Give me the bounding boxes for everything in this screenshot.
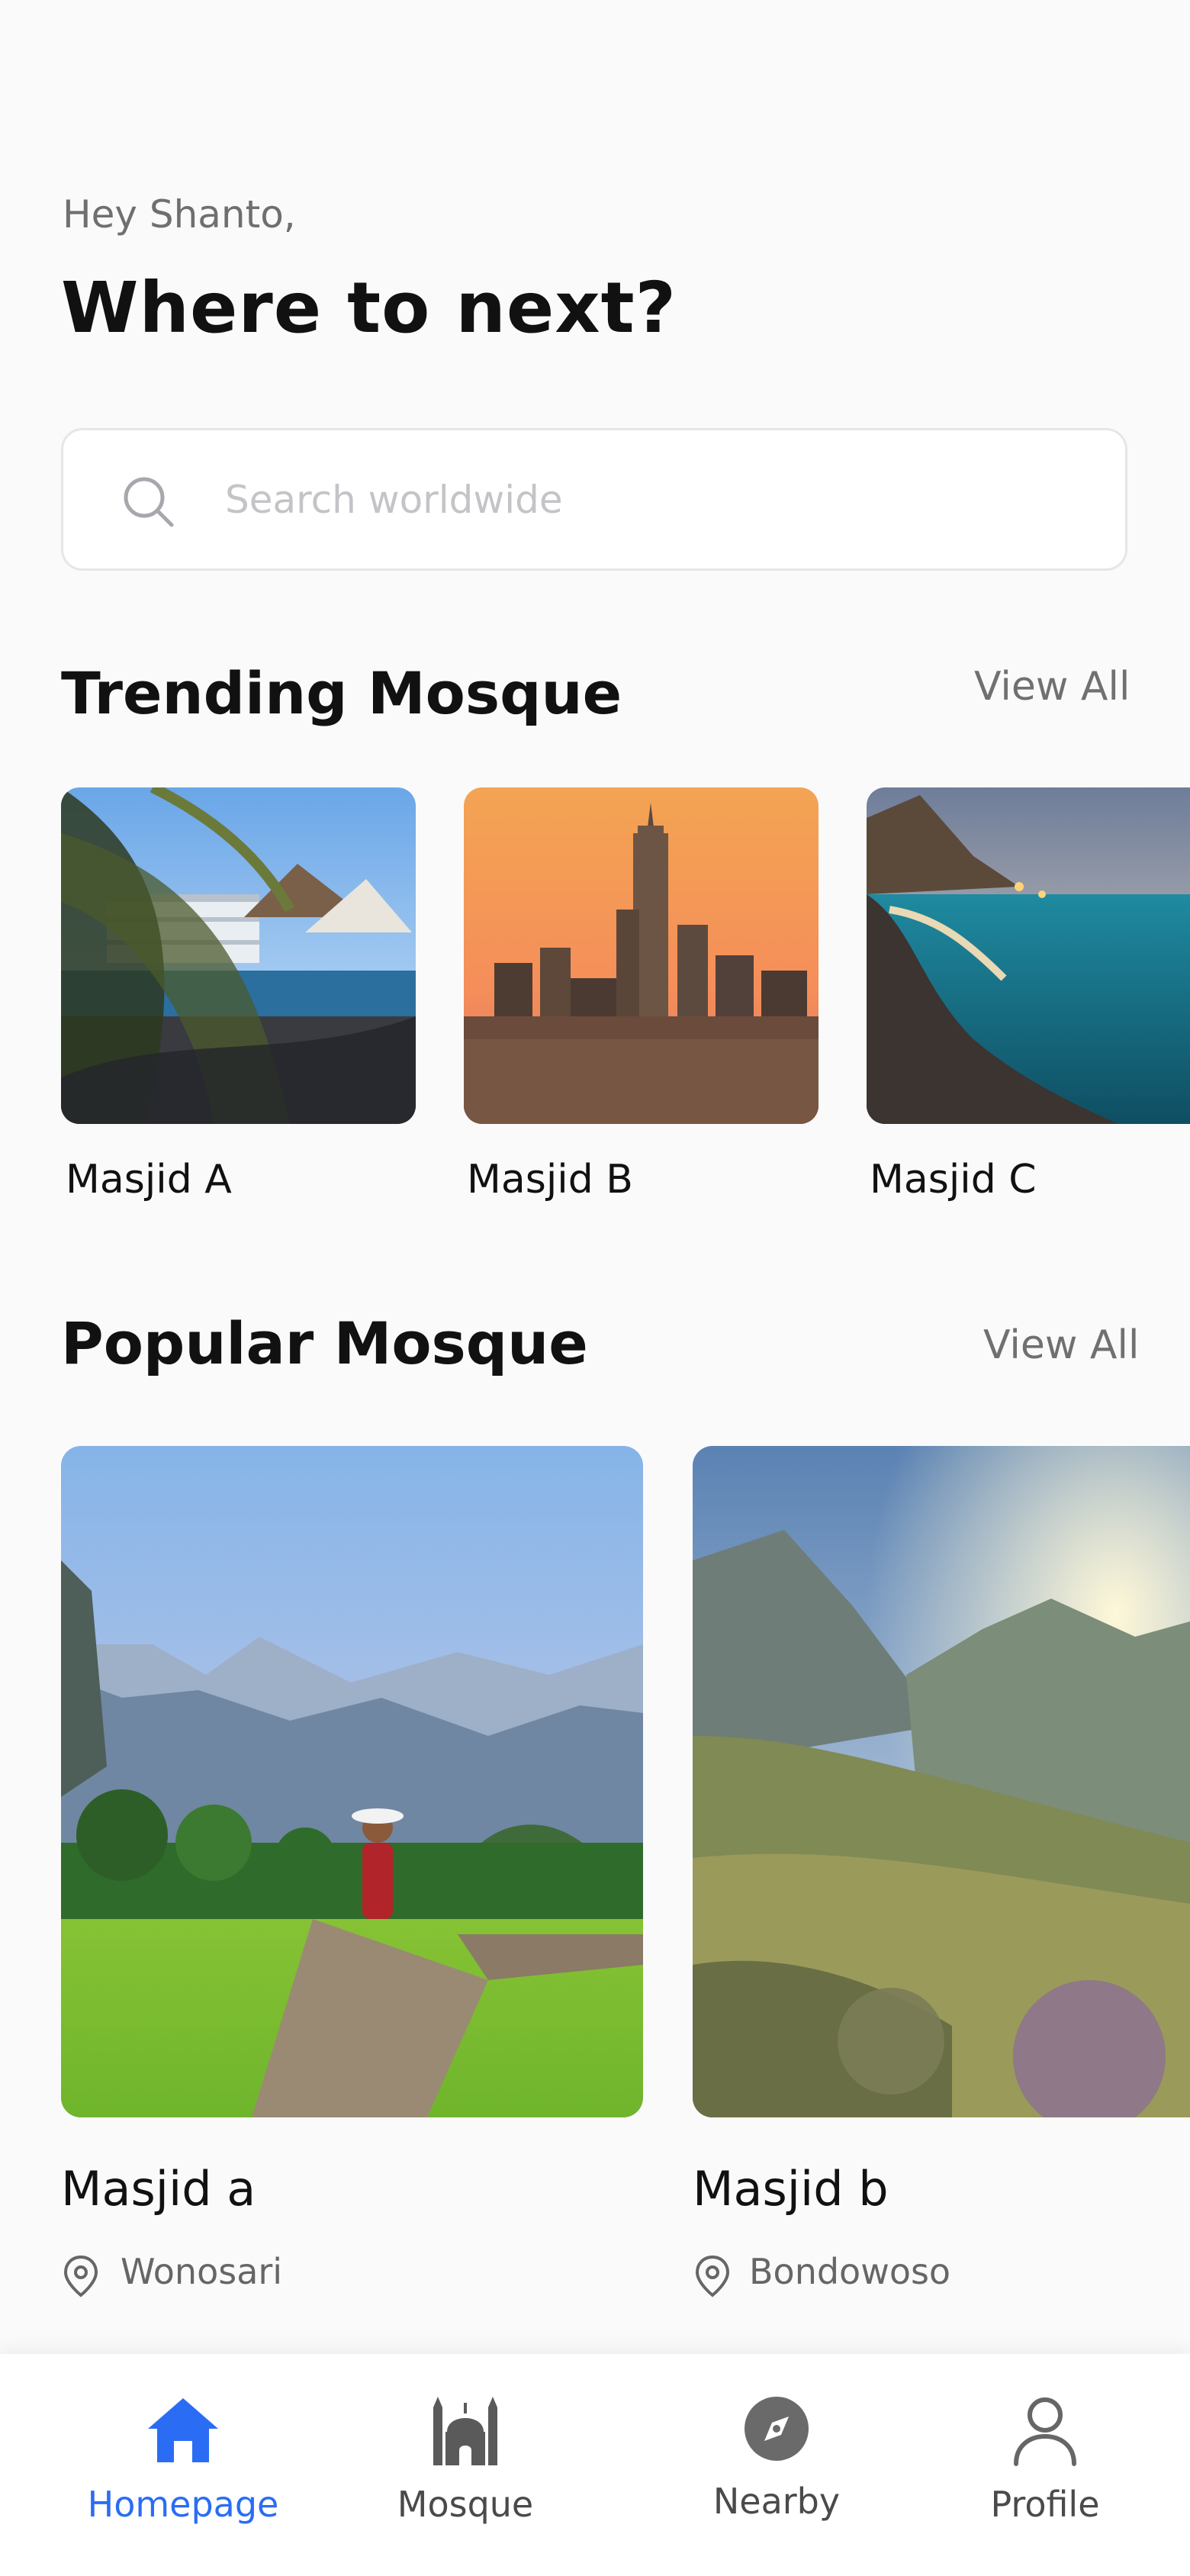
- popular-card-location: Bondowoso: [749, 2251, 951, 2292]
- trending-card-name[interactable]: Masjid B: [467, 1157, 633, 1203]
- coastal-bay-night-photo: [867, 787, 1190, 1124]
- city-skyline-sunset-photo: [464, 787, 819, 1124]
- popular-section-title: Popular Mosque: [61, 1309, 588, 1377]
- trending-card-image[interactable]: [61, 787, 416, 1124]
- trending-card-name[interactable]: Masjid C: [870, 1157, 1037, 1203]
- trending-card-image[interactable]: [867, 787, 1190, 1124]
- bottom-navigation: Homepage Mosque Nearby Profile: [0, 2354, 1190, 2576]
- nav-item-nearby[interactable]: Nearby: [639, 2391, 914, 2522]
- nav-label-mosque: Mosque: [397, 2484, 534, 2525]
- person-icon: [1014, 2397, 1076, 2466]
- nav-item-homepage[interactable]: Homepage: [46, 2392, 320, 2525]
- trending-section-title: Trending Mosque: [61, 659, 622, 727]
- search-input[interactable]: [224, 461, 1066, 539]
- nav-item-profile[interactable]: Profile: [908, 2392, 1182, 2525]
- trending-card-image[interactable]: [464, 787, 819, 1124]
- nav-label-nearby: Nearby: [712, 2481, 841, 2522]
- tropical-resort-photo: [61, 787, 416, 1124]
- popular-view-all-link[interactable]: View All: [983, 1322, 1139, 1368]
- home-icon: [148, 2398, 218, 2462]
- location-pin-icon: [61, 2254, 101, 2301]
- popular-card-name[interactable]: Masjid a: [61, 2161, 256, 2217]
- trending-view-all-link[interactable]: View All: [974, 664, 1130, 710]
- popular-card-name[interactable]: Masjid b: [693, 2161, 889, 2217]
- greeting-text: Hey Shanto,: [63, 192, 296, 237]
- popular-card-image[interactable]: [693, 1446, 1190, 2117]
- nav-label-profile: Profile: [990, 2484, 1100, 2525]
- mosque-icon: [433, 2397, 497, 2465]
- trending-card-name[interactable]: Masjid A: [66, 1157, 232, 1203]
- search-icon: [124, 477, 174, 527]
- popular-card-image[interactable]: [61, 1446, 643, 2117]
- nav-item-mosque[interactable]: Mosque: [328, 2392, 603, 2525]
- popular-card-location: Wonosari: [121, 2251, 283, 2292]
- nav-label-homepage: Homepage: [87, 2484, 279, 2525]
- page-title: Where to next?: [61, 267, 677, 349]
- rice-field-mountains-photo: [61, 1446, 643, 2117]
- sunny-valley-mountains-photo: [693, 1446, 1190, 2117]
- compass-icon: [745, 2397, 809, 2461]
- location-pin-icon: [693, 2254, 732, 2301]
- search-bar[interactable]: [61, 428, 1127, 571]
